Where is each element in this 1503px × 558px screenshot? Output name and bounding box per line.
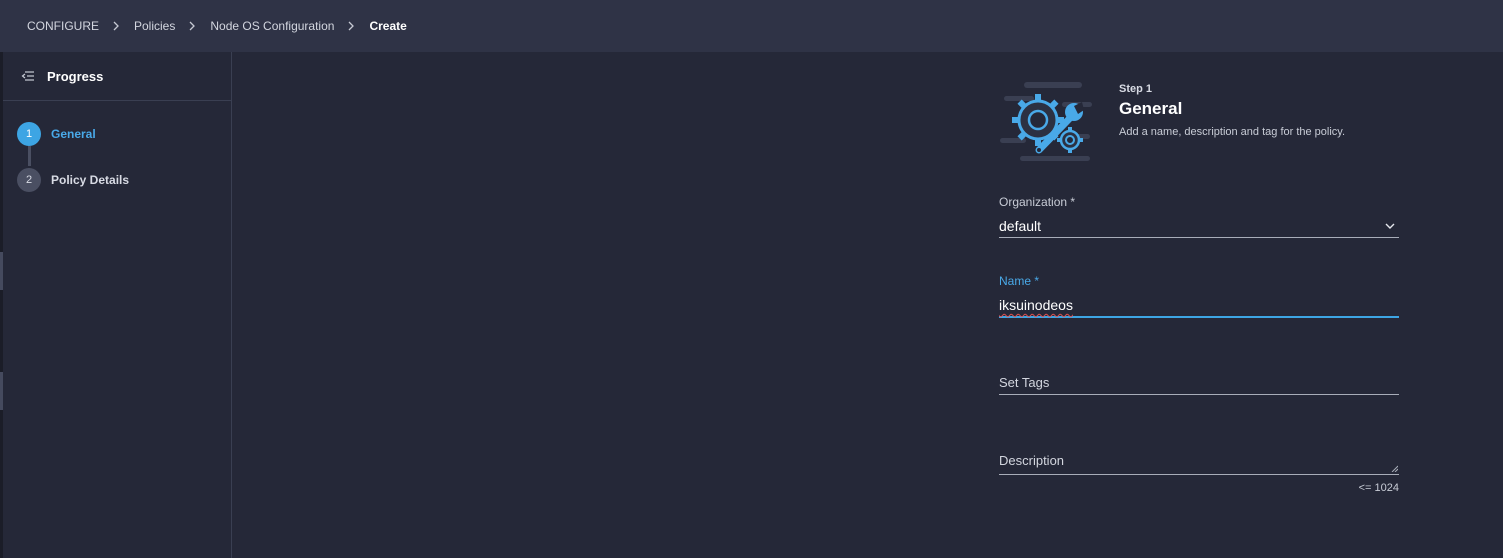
name-label: Name * [999,274,1040,288]
gear-wrench-icon [998,80,1094,164]
set-tags-placeholder: Set Tags [999,375,1050,390]
step-description: Add a name, description and tag for the … [1119,126,1346,138]
organization-label: Organization * [999,195,1076,209]
breadcrumb: CONFIGURE Policies Node OS Configuration… [0,19,407,33]
page-title: General [1119,99,1183,118]
step-label: General [51,127,96,141]
name-input[interactable]: iksuinodeos [999,294,1399,318]
progress-sidebar: Progress 1 General 2 Policy Details [3,52,232,558]
description-char-limit: <= 1024 [1358,482,1399,494]
name-value: iksuinodeos [999,297,1073,313]
chevron-right-icon [112,21,120,31]
breadcrumb-current: Create [369,19,407,33]
step-general[interactable]: 1 General [3,111,231,157]
chevron-right-icon [347,21,355,31]
step-number-label: Step 1 [1119,83,1153,95]
step-policy-details[interactable]: 2 Policy Details [3,157,231,203]
progress-header: Progress [3,52,231,101]
top-bar: CONFIGURE Policies Node OS Configuration… [0,0,1503,52]
chevron-right-icon [188,21,196,31]
set-tags-input[interactable]: Set Tags [999,372,1399,395]
description-field: Description <= 1024 [999,450,1399,494]
breadcrumb-node-os-configuration[interactable]: Node OS Configuration [210,19,334,33]
collapse-menu-icon[interactable] [21,70,35,82]
description-placeholder: Description [999,453,1065,468]
name-field: Name * iksuinodeos [999,274,1399,318]
step-number: 1 [17,122,41,146]
step-list: 1 General 2 Policy Details [3,101,231,203]
resize-handle-icon[interactable] [1391,465,1398,472]
organization-value: default [999,218,1042,234]
breadcrumb-policies[interactable]: Policies [134,19,175,33]
tags-field: Set Tags [999,372,1399,395]
step-header: Step 1 General Add a name, description a… [1119,83,1345,138]
organization-select[interactable]: default [999,215,1399,238]
chevron-down-icon[interactable] [1385,215,1395,237]
progress-title: Progress [47,68,104,84]
step-label: Policy Details [51,173,130,187]
organization-field: Organization * default [999,195,1399,238]
step-number: 2 [17,168,41,192]
breadcrumb-configure[interactable]: CONFIGURE [27,19,99,33]
main-content: Step 1 General Add a name, description a… [232,52,1503,558]
description-textarea[interactable]: Description [999,450,1399,475]
